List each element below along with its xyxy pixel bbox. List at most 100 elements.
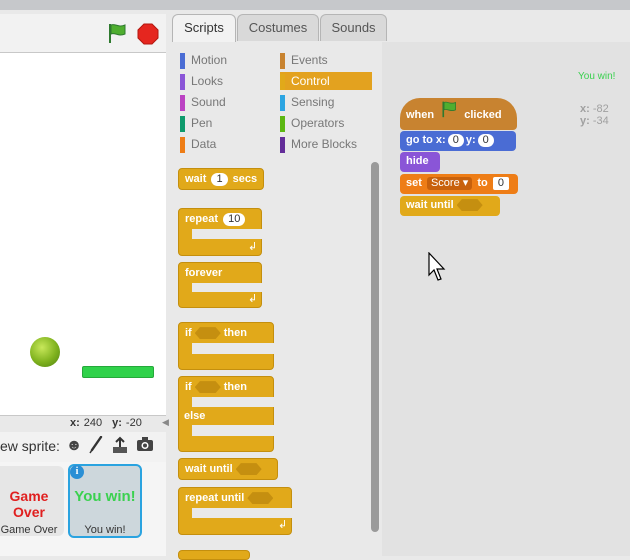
green-flag-icon xyxy=(440,98,458,132)
script-block-wait-until[interactable]: wait until xyxy=(400,196,500,216)
category-operators[interactable]: Operators xyxy=(280,114,372,132)
category-data[interactable]: Data xyxy=(180,135,274,153)
sprite-x-label: x: xyxy=(580,103,590,115)
block-condition-slot[interactable] xyxy=(247,492,274,505)
category-label: Sound xyxy=(191,95,226,109)
block-condition-slot[interactable] xyxy=(235,463,262,476)
block-wait-secs[interactable]: wait 1 secs xyxy=(178,168,264,190)
block-text: wait xyxy=(185,173,207,185)
block-text: repeat xyxy=(185,213,219,225)
sprite-name: You win! xyxy=(84,524,126,536)
category-motion[interactable]: Motion xyxy=(180,51,274,69)
menu-bar xyxy=(0,0,630,10)
block-text: secs xyxy=(232,173,258,185)
coord-x-value: 240 xyxy=(83,417,103,429)
dropdown-arrow-icon: ▾ xyxy=(462,177,469,189)
sprite-thumbnail: Game Over xyxy=(9,488,49,520)
category-events[interactable]: Events xyxy=(280,51,372,69)
block-input-repeat[interactable]: 10 xyxy=(223,213,246,226)
block-condition-slot[interactable] xyxy=(194,381,221,394)
stage-mouse-coords: x: 240 y: -20 xyxy=(70,417,142,429)
script-block-go-to-xy[interactable]: go to x: 0 y: 0 xyxy=(400,131,516,151)
c-block-mouth xyxy=(192,425,274,436)
coord-x-label: x: xyxy=(70,417,80,429)
sprite-y-label: y: xyxy=(580,115,590,127)
block-text: forever xyxy=(185,267,223,279)
block-text: repeat until xyxy=(185,492,245,504)
block-text: then xyxy=(223,381,247,393)
tab-costumes[interactable]: Costumes xyxy=(237,14,319,41)
sprite-library-icon[interactable]: ☻ xyxy=(64,436,84,456)
block-text: go to x: xyxy=(406,134,446,146)
stage-resize-arrow-icon[interactable]: ◀ xyxy=(162,417,169,428)
block-text: if xyxy=(185,381,192,393)
loop-arrow-icon: ↲ xyxy=(248,293,258,305)
block-text: to xyxy=(477,177,488,189)
set-value-input[interactable]: 0 xyxy=(492,177,509,190)
variable-dropdown[interactable]: Score ▾ xyxy=(426,177,473,190)
tab-sounds[interactable]: Sounds xyxy=(320,14,387,41)
block-input-secs[interactable]: 1 xyxy=(211,173,228,186)
palette-scrollbar[interactable] xyxy=(371,162,379,532)
sprite-y-value: -34 xyxy=(592,115,609,127)
sprite-name: Game Over xyxy=(0,524,58,536)
current-sprite-position: x: -82 y: -34 xyxy=(580,103,609,127)
sprite-info-icon[interactable]: i xyxy=(70,465,84,479)
category-pen[interactable]: Pen xyxy=(180,114,274,132)
tab-scripts[interactable]: Scripts xyxy=(172,14,236,43)
script-block-hide[interactable]: hide xyxy=(400,152,440,172)
block-else-label: else xyxy=(184,410,206,422)
stage[interactable] xyxy=(0,52,166,416)
category-label: More Blocks xyxy=(291,137,358,151)
category-label: Looks xyxy=(191,74,224,88)
variable-name: Score xyxy=(430,177,460,189)
c-block-mouth xyxy=(192,283,262,292)
current-sprite-name: You win! xyxy=(578,71,616,82)
c-block-mouth xyxy=(192,343,274,354)
category-column-left: Motion Looks Sound Pen Data xyxy=(180,51,274,153)
category-label: Sensing xyxy=(291,95,335,109)
new-sprite-label: ew sprite: xyxy=(0,438,60,454)
ball-sprite xyxy=(30,337,60,367)
category-looks[interactable]: Looks xyxy=(180,72,274,90)
green-flag-icon[interactable] xyxy=(106,22,128,44)
block-text: set xyxy=(406,177,422,189)
goto-y-input[interactable]: 0 xyxy=(477,134,494,147)
sprite-thumbnail: You win! xyxy=(74,488,136,505)
stop-icon[interactable] xyxy=(137,23,159,45)
block-text: wait until xyxy=(185,463,233,475)
block-text: hide xyxy=(406,155,429,167)
sprite-x-value: -82 xyxy=(592,103,609,115)
loop-arrow-icon: ↲ xyxy=(248,241,258,253)
block-condition-slot[interactable] xyxy=(456,199,483,212)
goto-x-input[interactable]: 0 xyxy=(447,134,464,147)
block-text: clicked xyxy=(464,109,502,121)
category-label: Control xyxy=(291,74,330,88)
script-block-set-variable[interactable]: set Score ▾ to 0 xyxy=(400,174,518,194)
category-more-blocks[interactable]: More Blocks xyxy=(280,135,372,153)
block-text: if xyxy=(185,327,192,339)
block-partial[interactable] xyxy=(178,550,250,560)
block-text: then xyxy=(223,327,247,339)
category-label: Events xyxy=(291,53,328,67)
c-block-mouth xyxy=(192,229,262,239)
block-wait-until[interactable]: wait until xyxy=(178,458,278,480)
c-block-mouth xyxy=(192,508,292,518)
coord-y-value: -20 xyxy=(125,417,142,429)
upload-sprite-icon[interactable] xyxy=(110,436,130,456)
loop-arrow-icon: ↲ xyxy=(278,519,288,531)
paddle-sprite xyxy=(82,366,154,378)
mouse-cursor-icon xyxy=(428,251,448,282)
block-condition-slot[interactable] xyxy=(194,327,221,340)
paint-sprite-icon[interactable] xyxy=(86,435,106,456)
block-text: when xyxy=(406,109,435,121)
block-text: y: xyxy=(465,134,476,146)
category-sensing[interactable]: Sensing xyxy=(280,93,372,111)
script-block-when-flag-clicked[interactable]: when clicked xyxy=(400,98,517,130)
category-sound[interactable]: Sound xyxy=(180,93,274,111)
category-control[interactable]: Control xyxy=(280,72,372,90)
camera-sprite-icon[interactable] xyxy=(135,436,155,456)
category-label: Motion xyxy=(191,53,228,67)
sprite-card-game-over[interactable]: Game Over Game Over xyxy=(0,466,64,536)
block-text: wait until xyxy=(406,199,454,211)
